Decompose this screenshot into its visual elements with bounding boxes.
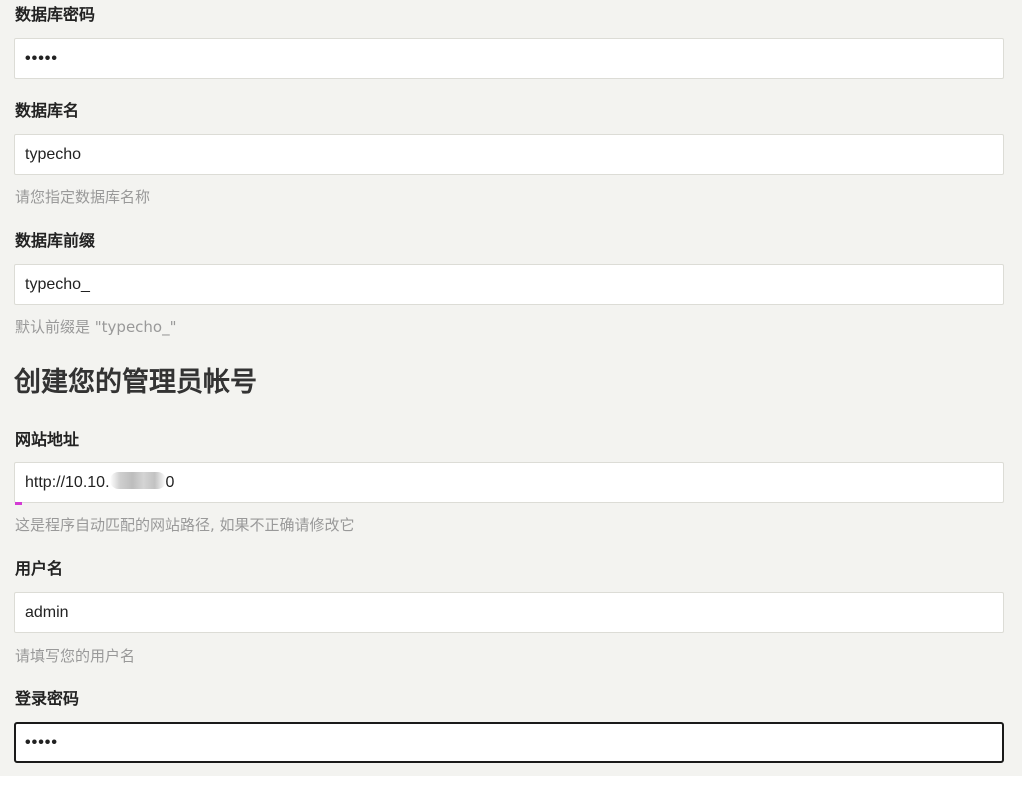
redacted-ip-mask	[109, 472, 166, 489]
db-password-input[interactable]: •••••	[14, 38, 1004, 79]
login-password-input[interactable]: •••••	[14, 722, 1004, 763]
db-prefix-label: 数据库前缀	[15, 231, 96, 250]
install-form-panel: 数据库密码 ••••• 数据库名 typecho 请您指定数据库名称 数据库前缀…	[0, 0, 1022, 776]
db-name-input[interactable]: typecho	[14, 134, 1004, 175]
site-url-label: 网站地址	[15, 430, 80, 449]
db-prefix-input[interactable]: typecho_	[14, 264, 1004, 305]
username-label: 用户名	[15, 559, 64, 578]
text-cursor-marker	[15, 502, 22, 505]
db-name-hint: 请您指定数据库名称	[15, 188, 151, 206]
site-url-input[interactable]: http://10.10. 0	[14, 462, 1004, 503]
db-name-label: 数据库名	[15, 101, 80, 120]
login-password-label: 登录密码	[15, 689, 80, 708]
site-url-value-prefix: http://10.10.	[25, 474, 110, 491]
username-hint: 请填写您的用户名	[15, 647, 136, 665]
site-url-hint: 这是程序自动匹配的网站路径, 如果不正确请修改它	[15, 516, 355, 534]
site-url-value-suffix: 0	[165, 474, 175, 491]
db-password-label: 数据库密码	[15, 5, 96, 24]
admin-section-title: 创建您的管理员帐号	[14, 367, 257, 398]
db-prefix-hint: 默认前缀是 "typecho_"	[15, 318, 177, 336]
username-input[interactable]: admin	[14, 592, 1004, 633]
